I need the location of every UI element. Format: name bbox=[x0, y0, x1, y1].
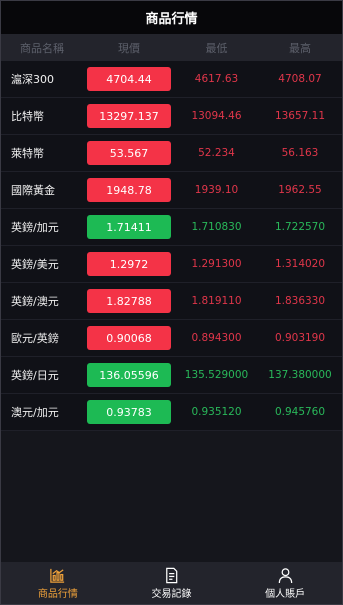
quote-name: 英鎊/加元 bbox=[11, 221, 59, 234]
table-header: 商品名稱 現價 最低 最高 bbox=[1, 34, 342, 61]
low-price: 1939.10 bbox=[194, 184, 239, 196]
tab-records[interactable]: 交易記錄 bbox=[115, 567, 229, 600]
high-price: 1.836330 bbox=[274, 295, 326, 307]
quote-name: 英鎊/美元 bbox=[11, 258, 59, 271]
column-header-current: 現價 bbox=[118, 41, 140, 55]
current-price-badge: 136.05596 bbox=[87, 363, 171, 387]
bottom-tab-bar: 商品行情 交易記錄 個人賬戶 bbox=[1, 562, 342, 604]
current-price-badge: 53.567 bbox=[87, 141, 171, 165]
quote-row[interactable]: 比特幣 13297.137 13094.46 13657.11 bbox=[1, 98, 342, 135]
quote-name: 歐元/英鎊 bbox=[11, 332, 59, 345]
column-header-high: 最高 bbox=[289, 41, 311, 55]
high-price: 1962.55 bbox=[278, 184, 322, 196]
low-price: 4617.63 bbox=[194, 73, 239, 85]
low-price: 0.935120 bbox=[191, 406, 242, 418]
low-price: 52.234 bbox=[198, 147, 235, 159]
page-title: 商品行情 bbox=[1, 1, 342, 34]
current-price-badge: 1.82788 bbox=[87, 289, 171, 313]
quote-name: 澳元/加元 bbox=[11, 406, 59, 419]
tab-market-label: 商品行情 bbox=[37, 588, 78, 600]
column-header-low: 最低 bbox=[205, 41, 228, 55]
low-price: 135.529000 bbox=[184, 369, 249, 381]
current-price-badge: 1.71411 bbox=[87, 215, 171, 239]
quote-name: 國際黃金 bbox=[11, 184, 55, 197]
tab-market[interactable]: 商品行情 bbox=[1, 567, 115, 600]
low-price: 0.894300 bbox=[191, 332, 242, 344]
tab-account-label: 個人賬戶 bbox=[265, 588, 306, 600]
quote-name: 滬深300 bbox=[11, 73, 54, 86]
user-icon bbox=[278, 567, 292, 583]
column-header-name: 商品名稱 bbox=[20, 41, 64, 55]
high-price: 1.314020 bbox=[274, 258, 326, 270]
current-price-badge: 13297.137 bbox=[87, 104, 171, 128]
high-price: 56.163 bbox=[281, 147, 319, 159]
page-title-text: 商品行情 bbox=[145, 12, 198, 27]
current-price-badge: 0.90068 bbox=[87, 326, 171, 350]
current-price-badge: 1948.78 bbox=[87, 178, 171, 202]
quote-row[interactable]: 國際黃金 1948.78 1939.10 1962.55 bbox=[1, 172, 342, 209]
high-price: 1.722570 bbox=[274, 221, 326, 233]
tab-account[interactable]: 個人賬戶 bbox=[228, 567, 342, 600]
current-price-badge: 1.2972 bbox=[87, 252, 171, 276]
high-price: 13657.11 bbox=[274, 110, 326, 122]
low-price: 13094.46 bbox=[191, 110, 242, 122]
quote-row[interactable]: 英鎊/日元 136.05596 135.529000 137.380000 bbox=[1, 357, 342, 394]
quote-row[interactable]: 滬深300 4704.44 4617.63 4708.07 bbox=[1, 61, 342, 98]
quote-name: 英鎊/澳元 bbox=[11, 295, 59, 308]
quote-row[interactable]: 澳元/加元 0.93783 0.935120 0.945760 bbox=[1, 394, 342, 431]
quote-name: 萊特幣 bbox=[11, 147, 44, 160]
quote-row[interactable]: 英鎊/加元 1.71411 1.710830 1.722570 bbox=[1, 209, 342, 246]
tab-records-label: 交易記錄 bbox=[151, 588, 192, 600]
document-icon bbox=[166, 567, 178, 583]
high-price: 4708.07 bbox=[278, 73, 322, 85]
low-price: 1.291300 bbox=[191, 258, 242, 270]
quote-row[interactable]: 萊特幣 53.567 52.234 56.163 bbox=[1, 135, 342, 172]
quote-row[interactable]: 英鎊/澳元 1.82788 1.819110 1.836330 bbox=[1, 283, 342, 320]
high-price: 0.945760 bbox=[274, 406, 326, 418]
quote-row[interactable]: 英鎊/美元 1.2972 1.291300 1.314020 bbox=[1, 246, 342, 283]
low-price: 1.710830 bbox=[191, 221, 242, 233]
chart-icon bbox=[50, 568, 65, 583]
quote-name: 比特幣 bbox=[11, 110, 44, 123]
quote-name: 英鎊/日元 bbox=[11, 369, 59, 382]
quote-row[interactable]: 歐元/英鎊 0.90068 0.894300 0.903190 bbox=[1, 320, 342, 357]
low-price: 1.819110 bbox=[191, 295, 242, 307]
current-price-badge: 4704.44 bbox=[87, 67, 171, 91]
high-price: 0.903190 bbox=[274, 332, 326, 344]
high-price: 137.380000 bbox=[268, 369, 332, 381]
current-price-badge: 0.93783 bbox=[87, 400, 171, 424]
quote-list: 滬深300 4704.44 4617.63 4708.07 比特幣 13297.… bbox=[1, 61, 342, 431]
